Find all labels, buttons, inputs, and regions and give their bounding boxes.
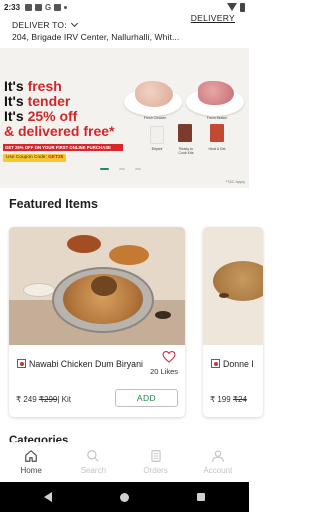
item-info: Nawabi Chicken Dum Biryani 20 Likes ₹ 24… (9, 345, 185, 417)
old-price: ₹24 (232, 395, 247, 404)
back-icon[interactable] (44, 492, 52, 502)
account-icon (212, 450, 224, 462)
ready-to-cook-pack-image (178, 124, 192, 142)
nav-orders[interactable]: Orders (125, 442, 187, 482)
banner-caption-mutton: Fresh Mutton (206, 116, 228, 120)
banner-line2-highlight: tender (27, 93, 71, 109)
price-row: ₹ 199 ₹24 (210, 395, 247, 404)
delivery-address[interactable]: 204, Brigade IRV Center, Nallurhalli, Wh… (12, 32, 192, 42)
carousel-dot[interactable] (135, 168, 141, 170)
heart-icon[interactable] (162, 351, 176, 363)
gallery-icon (25, 3, 33, 11)
fresh-chicken-image (135, 81, 173, 107)
promo-banner[interactable]: It's fresh It's tender It's 25% off & de… (0, 48, 249, 188)
banner-caption-chicken: Fresh Chicken (143, 116, 167, 120)
spice-image (155, 311, 171, 319)
chevron-down-icon[interactable] (70, 19, 78, 28)
likes-count: 20 Likes (150, 367, 178, 376)
battery-icon (240, 2, 245, 12)
system-navigation-bar (0, 482, 249, 512)
banner-line1-prefix: It's (4, 78, 28, 94)
recent-apps-icon[interactable] (197, 493, 205, 501)
wifi-icon (227, 3, 237, 11)
banner-caption-biryani: Biryani (151, 147, 163, 151)
activity-icon (54, 3, 62, 11)
salan-bowl-image (109, 245, 149, 265)
banner-line2-prefix: It's (4, 93, 28, 109)
chicken-piece-image (91, 276, 117, 296)
search-icon (87, 450, 100, 462)
system-status-icons (227, 2, 245, 12)
raita-bowl-image (23, 283, 55, 297)
google-icon: G (45, 2, 52, 12)
home-circle-icon[interactable] (120, 492, 129, 502)
featured-items-title: Featured Items (9, 197, 98, 211)
status-bar: 2:33 G (0, 0, 249, 14)
non-veg-icon (17, 359, 26, 368)
heat-and-eat-pack-image (210, 124, 224, 142)
banner-caption-ready-to-cook: Ready to Cook Kits (178, 147, 194, 155)
item-name[interactable]: Nawabi Chicken Dum Biryani (29, 359, 155, 369)
banner-line1-highlight: fresh (27, 78, 62, 94)
nav-search-label: Search (80, 466, 107, 475)
item-info: Donne Biryani ₹ 199 ₹24 (203, 345, 263, 417)
delivery-mode-button[interactable]: DELIVERY (191, 13, 235, 23)
add-to-cart-button[interactable]: ADD (115, 389, 178, 407)
curry-bowl-image (67, 235, 101, 253)
banner-line4: & delivered free* (4, 123, 115, 139)
price-unit: | Kit (57, 395, 71, 404)
nav-home-label: Home (20, 466, 42, 475)
notification-icons: G (25, 2, 68, 12)
nav-home[interactable]: Home (0, 442, 62, 482)
coupon-prefix: Use Coupon Code: (6, 155, 49, 160)
featured-item-card[interactable]: Donne Biryani ₹ 199 ₹24 (203, 227, 263, 417)
banner-line3-highlight: 25% off (27, 108, 78, 124)
status-time: 2:33 (4, 2, 21, 12)
banner-offer-strip: GET 25% OFF ON YOUR FIRST ONLINE PURCHAS… (3, 144, 123, 151)
price: ₹ 199 (210, 395, 231, 404)
bottom-navigation: Home Search Orders Account (0, 442, 249, 482)
coupon-code: GET25 (48, 155, 64, 160)
price: ₹ 249 (16, 395, 37, 404)
carousel-dot[interactable] (119, 168, 125, 170)
carousel-indicator (100, 168, 141, 170)
price-row: ₹ 249 ₹299| Kit (16, 395, 71, 404)
item-image[interactable] (203, 227, 263, 345)
biryani-pack-image (150, 126, 164, 144)
nav-orders-label: Orders (143, 466, 168, 475)
item-image[interactable] (9, 227, 185, 345)
banner-coupon: Use Coupon Code: GET25 (3, 154, 67, 162)
home-icon (25, 450, 37, 462)
featured-item-card[interactable]: Nawabi Chicken Dum Biryani 20 Likes ₹ 24… (9, 227, 185, 417)
old-price: ₹299 (38, 395, 58, 404)
orders-icon (150, 450, 161, 462)
terms-apply-note: *T&C Apply (225, 180, 245, 184)
nav-account[interactable]: Account (187, 442, 249, 482)
nav-account-label: Account (203, 466, 233, 475)
nav-search[interactable]: Search (62, 442, 124, 482)
spice-image (219, 293, 229, 298)
deliver-to-label: DELIVER TO: (12, 20, 67, 30)
carousel-dot-active[interactable] (100, 168, 109, 170)
banner-caption-heat-eat: Heat & Eat (208, 147, 226, 151)
item-name[interactable]: Donne Biryani (223, 359, 253, 369)
more-notifications-icon (64, 5, 68, 9)
banner-line3-prefix: It's (4, 108, 28, 124)
banner-headline: It's fresh It's tender It's 25% off & de… (4, 79, 115, 139)
photos-icon (35, 3, 43, 11)
non-veg-icon (211, 359, 220, 368)
fresh-mutton-image (198, 81, 234, 105)
